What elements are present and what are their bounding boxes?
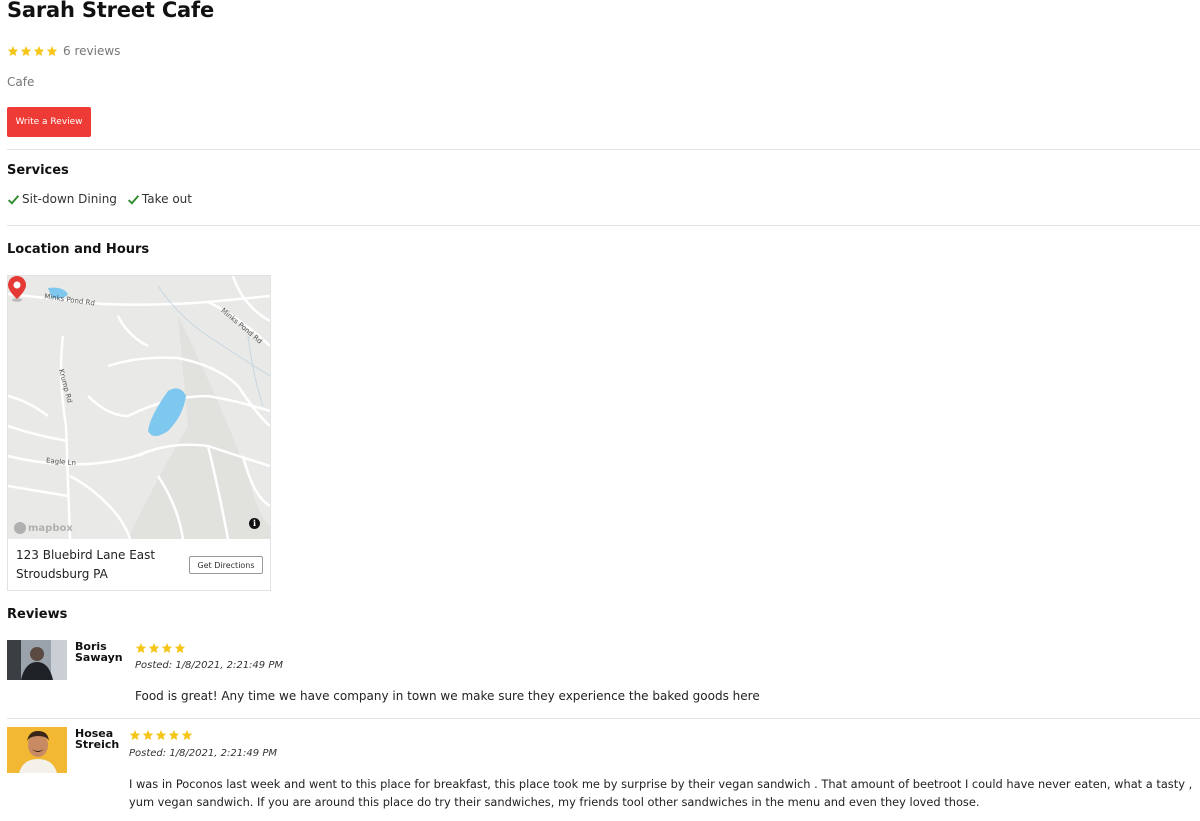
star-icon [168,730,180,740]
services-list: Sit-down Dining Take out [7,192,192,206]
review-stars [129,729,193,741]
check-icon [127,194,140,205]
address-line: Stroudsburg PA [16,567,108,581]
services-heading: Services [7,163,69,178]
star-icon [20,46,32,56]
divider [7,149,1200,150]
star-icon [129,730,141,740]
write-review-button[interactable]: Write a Review [7,107,91,137]
review-date: Posted: 1/8/2021, 2:21:49 PM [135,660,283,671]
service-item: Take out [127,192,192,206]
review-date: Posted: 1/8/2021, 2:21:49 PM [129,748,277,759]
avatar [7,640,67,680]
business-rating: 6 reviews [7,44,120,58]
service-label: Take out [141,192,192,206]
reviews-heading: Reviews [7,607,68,622]
star-icon [46,46,58,56]
business-name: Sarah Street Cafe [7,0,214,22]
location-pin-icon[interactable] [8,276,26,302]
map-info-icon[interactable]: i [249,518,260,529]
star-icon [7,46,19,56]
avatar [7,727,67,773]
reviewer-name[interactable]: Boris Sawayn [75,641,135,663]
rating-stars [7,45,58,57]
star-icon [155,730,167,740]
star-icon [148,643,160,653]
mapbox-logo[interactable]: mapbox [14,522,73,534]
review-stars [135,642,186,654]
map[interactable]: Minks Pond Rd Minks Pond Rd Krump Rd Eag… [8,276,270,539]
address-line: 123 Bluebird Lane East [16,548,156,562]
star-icon [161,643,173,653]
review-text: Food is great! Any time we have company … [135,689,760,703]
review-item: Boris Sawayn Posted: 1/8/2021, 2:21:49 P… [7,640,1200,718]
review-item: Hosea Streich Posted: 1/8/2021, 2:21:49 … [7,727,1200,821]
star-icon [135,643,147,653]
location-card: Minks Pond Rd Minks Pond Rd Krump Rd Eag… [7,275,271,591]
review-text: I was in Poconos last week and went to t… [129,777,1193,809]
review-count[interactable]: 6 reviews [63,44,120,58]
star-icon [174,643,186,653]
star-icon [33,46,45,56]
service-label: Sit-down Dining [22,192,117,206]
service-item: Sit-down Dining [7,192,117,206]
check-icon [7,194,20,205]
divider [7,225,1200,226]
location-heading: Location and Hours [7,242,150,257]
mapbox-icon [14,522,26,534]
divider [7,718,1200,719]
reviewer-name[interactable]: Hosea Streich [75,728,135,750]
address: 123 Bluebird Lane East Stroudsburg PA [16,546,155,584]
star-icon [181,730,193,740]
star-icon [142,730,154,740]
get-directions-button[interactable]: Get Directions [189,556,263,574]
business-category: Cafe [7,75,35,89]
